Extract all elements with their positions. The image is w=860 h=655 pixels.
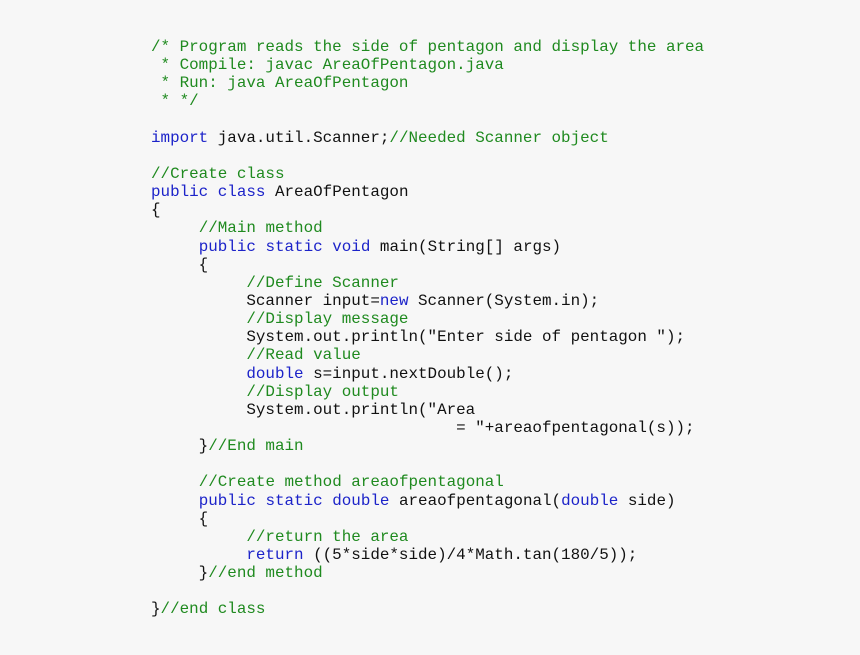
blank-line: ​: [151, 111, 704, 129]
code-line: //Create class: [151, 165, 704, 183]
code-keyword: return: [246, 545, 304, 564]
blank-line: ​: [151, 147, 704, 165]
code-text: }: [151, 437, 209, 456]
code-line: * Compile: javac AreaOfPentagon.java: [151, 56, 704, 74]
blank-line: ​: [151, 582, 704, 600]
code-line: {: [151, 201, 704, 219]
code-text: }: [151, 600, 161, 619]
code-comment: //return the area: [246, 527, 409, 546]
blank-line: ​: [151, 455, 704, 473]
code-line: import java.util.Scanner;//Needed Scanne…: [151, 129, 704, 147]
code-comment: //Create method areaofpentagonal: [198, 473, 504, 492]
code-keyword: static: [265, 237, 323, 256]
code-line: {: [151, 510, 704, 528]
code-block: /* Program reads the side of pentagon an…: [151, 38, 704, 619]
code-comment: //Read value: [246, 346, 361, 365]
code-keyword: static: [265, 491, 323, 510]
code-line: //Define Scanner: [151, 274, 704, 292]
code-keyword: double: [246, 364, 304, 383]
code-line: }//end class: [151, 600, 704, 618]
code-comment: //Define Scanner: [246, 273, 399, 292]
code-keyword: public: [151, 183, 209, 202]
code-line: //Main method: [151, 219, 704, 237]
code-comment: //Needed Scanner object: [389, 128, 609, 147]
code-line: //return the area: [151, 528, 704, 546]
code-line: {: [151, 256, 704, 274]
code-text: {: [151, 201, 161, 220]
code-keyword: double: [561, 491, 619, 510]
code-keyword: void: [332, 237, 371, 256]
code-comment: //end class: [160, 600, 266, 619]
code-line: //Display message: [151, 310, 704, 328]
code-text: }: [151, 564, 209, 583]
code-comment: //Create class: [151, 164, 285, 183]
code-comment: //Main method: [198, 219, 323, 238]
code-comment: //end method: [208, 564, 323, 583]
code-text: AreaOfPentagon: [265, 183, 409, 202]
code-keyword: import: [151, 128, 209, 147]
code-comment: * Compile: javac AreaOfPentagon.java: [151, 56, 504, 75]
code-line: /* Program reads the side of pentagon an…: [151, 38, 704, 56]
code-text: areaofpentagonal(: [389, 491, 562, 510]
code-line: return ((5*side*side)/4*Math.tan(180/5))…: [151, 546, 704, 564]
code-keyword: new: [379, 291, 409, 310]
code-text: System.out.println("Area: [151, 400, 476, 419]
code-comment: * Run: java AreaOfPentagon: [151, 74, 409, 93]
code-text: Scanner(System.in);: [408, 291, 600, 310]
code-line: //Display output: [151, 383, 704, 401]
code-line: }//end method: [151, 564, 704, 582]
code-line: //Read value: [151, 346, 704, 364]
code-text: {: [151, 509, 209, 528]
code-line: public static void main(String[] args): [151, 238, 704, 256]
code-line: double s=input.nextDouble();: [151, 365, 704, 383]
code-line: = "+areaofpentagonal(s));: [151, 419, 704, 437]
code-comment: /* Program reads the side of pentagon an…: [151, 38, 705, 56]
code-line: Scanner input=new Scanner(System.in);: [151, 292, 704, 310]
code-keyword: public: [198, 237, 256, 256]
code-line: public class AreaOfPentagon: [151, 183, 704, 201]
code-text: = "+areaofpentagonal(s));: [151, 418, 695, 437]
code-line: * Run: java AreaOfPentagon: [151, 74, 704, 92]
code-line: }//End main: [151, 437, 704, 455]
code-comment: //Display output: [246, 382, 399, 401]
code-text: java.util.Scanner;: [208, 128, 390, 147]
code-line: //Create method areaofpentagonal: [151, 473, 704, 491]
code-line: * */: [151, 92, 704, 110]
code-text: s=input.nextDouble();: [303, 364, 514, 383]
code-line: public static double areaofpentagonal(do…: [151, 492, 704, 510]
code-text: side): [618, 491, 676, 510]
code-text: System.out.println("Enter side of pentag…: [151, 328, 686, 347]
code-text: ((5*side*side)/4*Math.tan(180/5));: [303, 545, 638, 564]
code-line: System.out.println("Enter side of pentag…: [151, 328, 704, 346]
code-comment: //End main: [208, 437, 304, 456]
code-text: Scanner input=: [151, 291, 380, 310]
code-keyword: double: [332, 491, 390, 510]
code-text: {: [151, 255, 209, 274]
code-keyword: public: [198, 491, 256, 510]
code-comment: * */: [151, 92, 199, 111]
code-comment: //Display message: [246, 310, 409, 329]
code-keyword: class: [217, 183, 266, 202]
code-text: main(String[] args): [370, 237, 562, 256]
code-line: System.out.println("Area: [151, 401, 704, 419]
